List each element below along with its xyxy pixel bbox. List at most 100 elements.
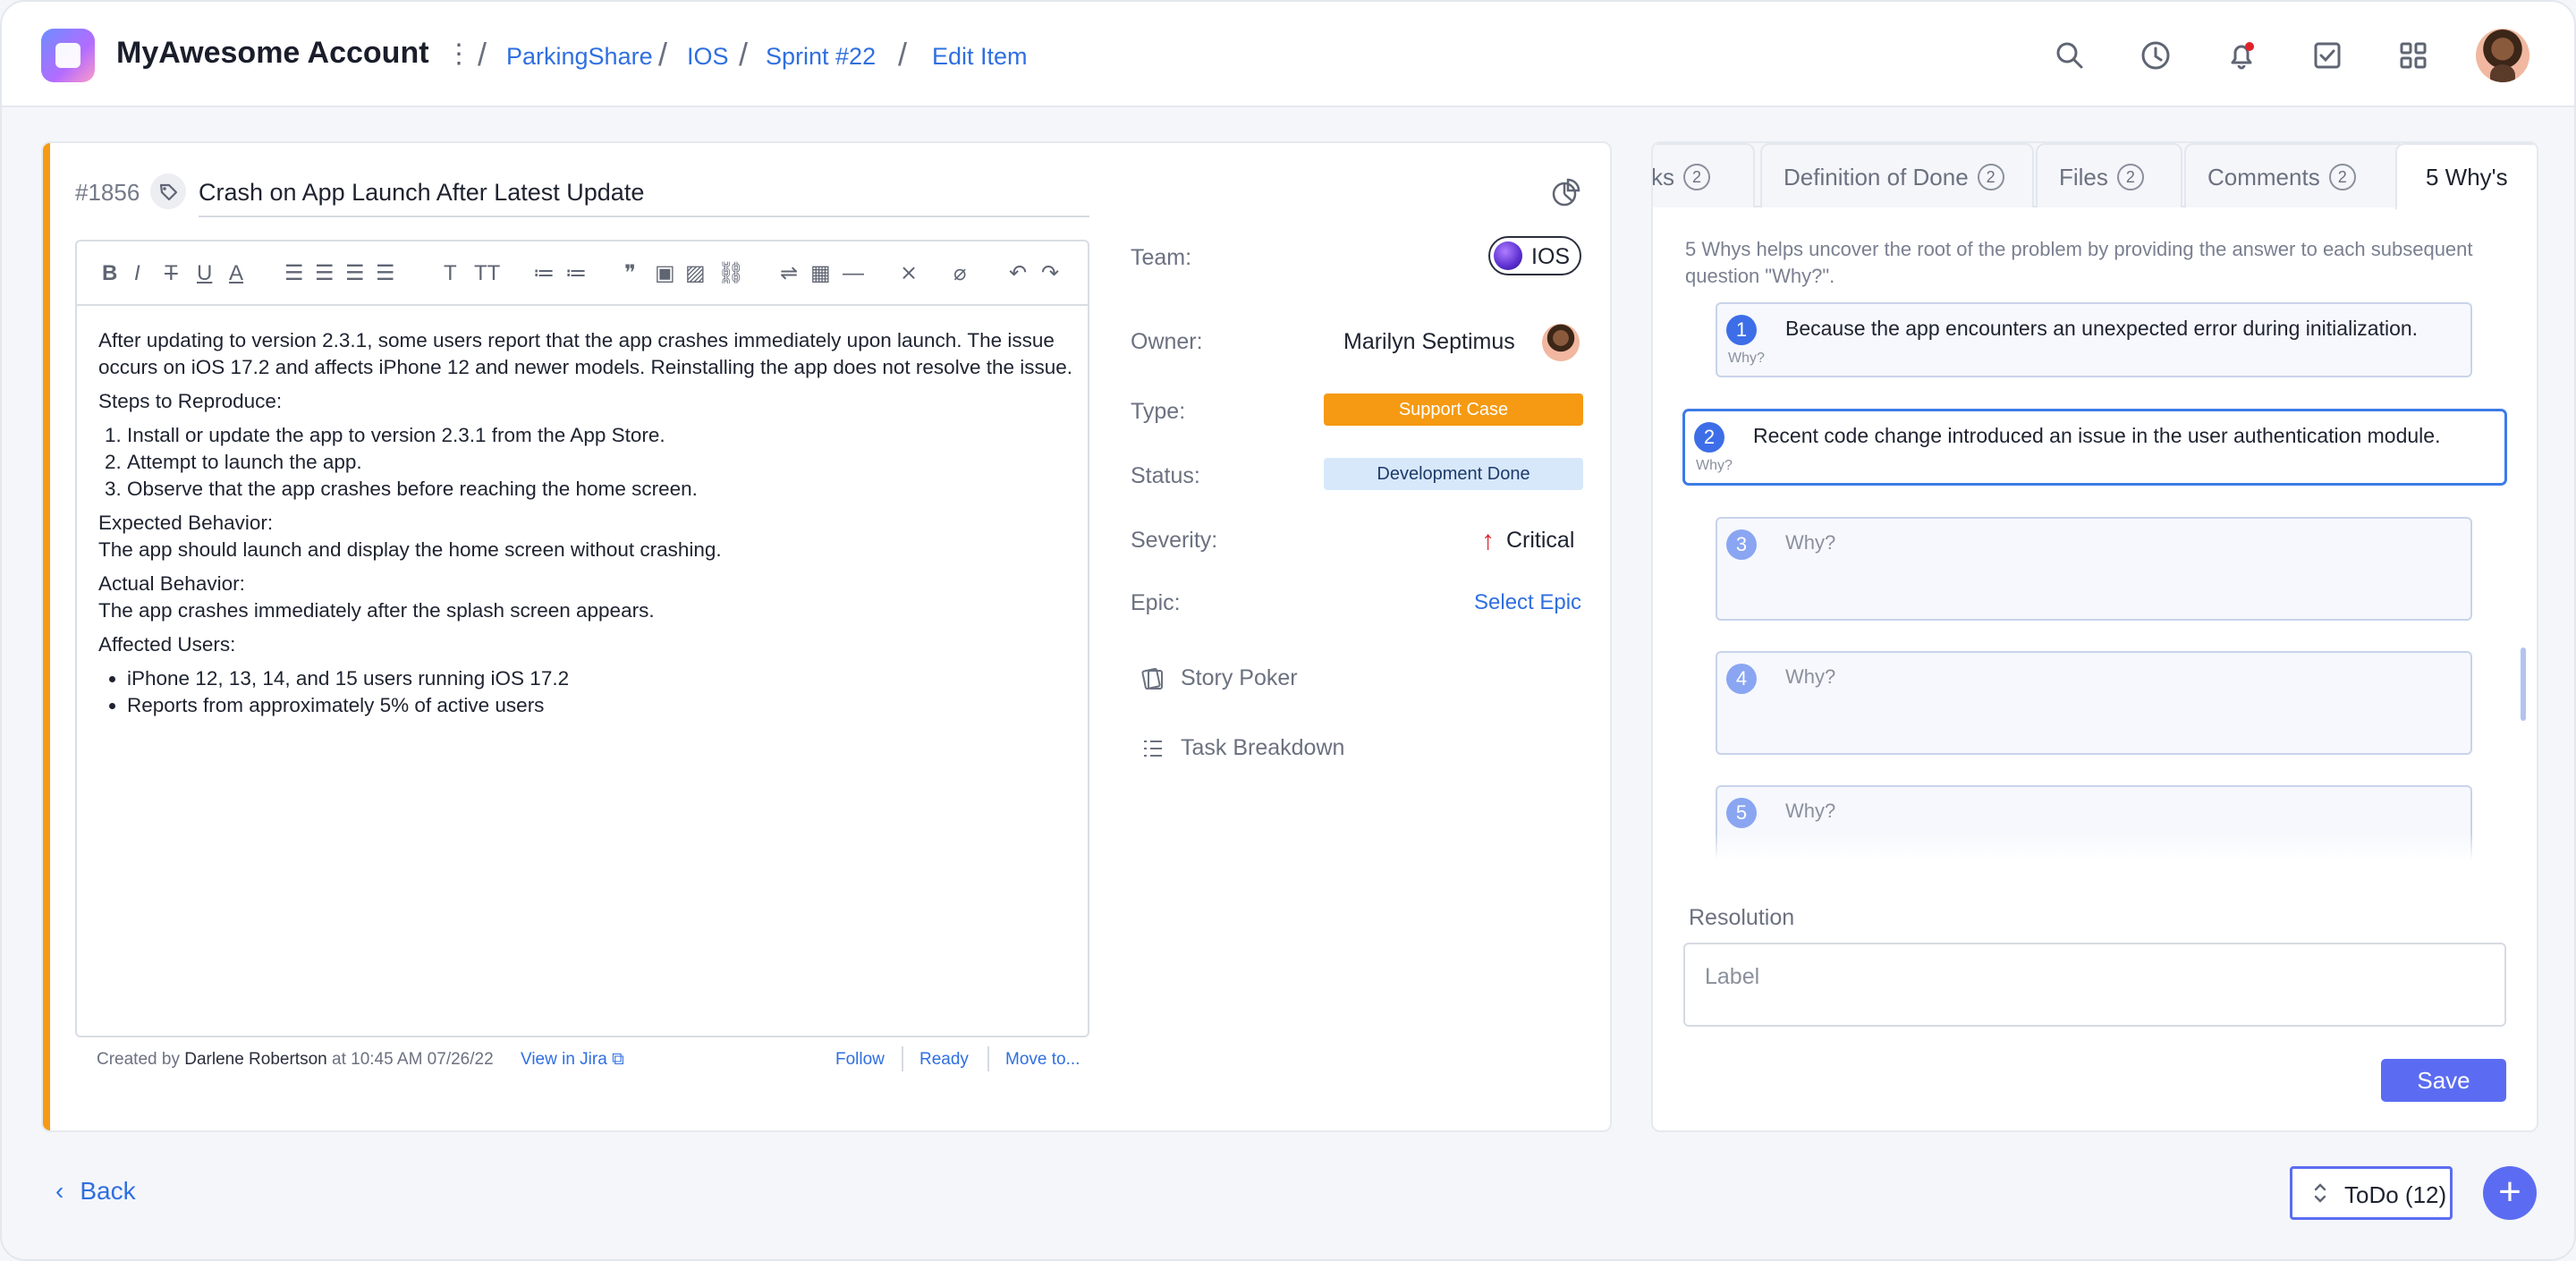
owner-value[interactable]: Marilyn Septimus: [1343, 329, 1515, 355]
item-editor-card: #1856 Crash on App Launch After Latest U…: [41, 141, 1612, 1132]
align-left-icon[interactable]: ☰: [284, 261, 304, 286]
tab-five-whys[interactable]: 5 Why's: [2395, 143, 2537, 209]
team-avatar-icon: [1494, 241, 1522, 270]
external-link-icon: ⧉: [612, 1050, 624, 1069]
app-logo-icon[interactable]: [41, 29, 95, 82]
follow-link[interactable]: Follow: [835, 1050, 885, 1070]
strikethrough-icon[interactable]: T: [165, 261, 178, 286]
bullet-list-icon[interactable]: ≔: [533, 261, 555, 286]
breadcrumb-separator: /: [478, 36, 487, 72]
tab-tasks[interactable]: ks 2: [1651, 143, 1755, 207]
view-in-jira-link[interactable]: View in Jira ⧉: [521, 1050, 624, 1070]
todo-selector[interactable]: ToDo (12): [2290, 1166, 2453, 1220]
status-badge[interactable]: Development Done: [1324, 458, 1583, 490]
quote-icon[interactable]: ❞: [624, 261, 636, 286]
back-button[interactable]: ‹ Back: [55, 1177, 136, 1206]
tag-icon[interactable]: [150, 173, 186, 209]
breadcrumb-sprint[interactable]: Sprint #22: [766, 43, 876, 71]
user-avatar[interactable]: [2476, 29, 2529, 82]
affected-heading: Affected Users:: [98, 633, 236, 656]
text-color-icon[interactable]: A: [229, 261, 243, 286]
move-to-link[interactable]: Move to...: [1005, 1050, 1080, 1070]
table-icon[interactable]: ▦: [810, 261, 831, 286]
expected-heading: Expected Behavior:: [98, 512, 274, 534]
resolution-label: Resolution: [1689, 905, 1795, 930]
breadcrumb-edit-item[interactable]: Edit Item: [932, 43, 1028, 71]
list-item: Observe that the app crashes before reac…: [127, 476, 1073, 503]
epic-label: Epic:: [1131, 590, 1181, 615]
jira-link-label: View in Jira: [521, 1050, 607, 1069]
expected-text: The app should launch and display the ho…: [98, 538, 722, 561]
resolution-input[interactable]: Label: [1683, 943, 2506, 1027]
undo-icon[interactable]: ↶: [1009, 261, 1027, 286]
bold-icon[interactable]: B: [102, 261, 117, 286]
editor-content[interactable]: After updating to version 2.3.1, some us…: [98, 327, 1073, 726]
tab-count: 2: [2328, 164, 2356, 190]
why-item-1[interactable]: 1 Because the app encounters an unexpect…: [1716, 302, 2472, 377]
align-justify-icon[interactable]: ☰: [376, 261, 395, 286]
italic-icon[interactable]: I: [134, 261, 140, 286]
clear-format-icon[interactable]: ⨯: [900, 261, 918, 286]
why-item-4[interactable]: 4 Why?: [1716, 651, 2472, 755]
tab-definition-of-done[interactable]: Definition of Done 2: [1760, 143, 2034, 207]
whys-scrollbar[interactable]: [2521, 647, 2526, 721]
type-badge[interactable]: Support Case: [1324, 394, 1583, 426]
why-placeholder: Why?: [1785, 531, 1836, 554]
item-title-input[interactable]: Crash on App Launch After Latest Update: [199, 179, 1089, 217]
font-size-icon[interactable]: TT: [474, 261, 500, 286]
code-block-icon[interactable]: ▣: [655, 261, 675, 286]
redo-icon[interactable]: ↷: [1041, 261, 1059, 286]
search-icon[interactable]: [2052, 38, 2088, 73]
tab-comments[interactable]: Comments 2: [2184, 143, 2406, 207]
align-center-icon[interactable]: ☰: [315, 261, 335, 286]
apps-grid-icon[interactable]: [2395, 38, 2431, 73]
text-size-icon[interactable]: T: [444, 261, 457, 286]
tab-label: ks: [1651, 164, 1674, 190]
attachment-icon[interactable]: ⌀: [953, 261, 966, 286]
save-button[interactable]: Save: [2381, 1059, 2506, 1102]
tab-count: 2: [1977, 164, 2004, 190]
tab-bar: ks 2 Definition of Done 2 Files 2 Comments 2…: [1651, 143, 2537, 209]
wrap-icon[interactable]: ⇌: [780, 261, 798, 286]
underline-icon[interactable]: U: [197, 261, 212, 286]
cards-icon: [1141, 667, 1163, 690]
horizontal-rule-icon[interactable]: —: [843, 261, 864, 286]
severity-value[interactable]: Critical: [1506, 528, 1574, 554]
tab-files[interactable]: Files 2: [2036, 143, 2182, 207]
image-icon[interactable]: ▨: [685, 261, 706, 286]
pie-chart-icon[interactable]: [1547, 175, 1583, 211]
numbered-list-icon[interactable]: ≔: [565, 261, 587, 286]
bell-icon[interactable]: [2224, 38, 2259, 73]
team-selector[interactable]: IOS: [1488, 236, 1581, 275]
back-label: Back: [80, 1177, 136, 1205]
breadcrumb-parkingshare[interactable]: ParkingShare: [506, 43, 653, 71]
rich-text-editor[interactable]: B I T U A ☰ ☰ ☰ ☰ T TT ≔ ≔ ❞ ▣ ▨ ⛓ ⇌ ▦ —: [75, 240, 1089, 1037]
account-name[interactable]: MyAwesome Account: [116, 36, 429, 71]
account-menu-icon[interactable]: ⋮: [445, 41, 472, 68]
task-breakdown-button[interactable]: Task Breakdown: [1181, 735, 1344, 761]
why-item-2[interactable]: 2 Recent code change introduced an issue…: [1683, 410, 2506, 485]
ready-link[interactable]: Ready: [919, 1050, 969, 1070]
breadcrumb-ios[interactable]: IOS: [687, 43, 729, 71]
footer-divider: [987, 1046, 989, 1071]
top-header: MyAwesome Account ⋮ / ParkingShare / IOS…: [2, 2, 2574, 107]
owner-label: Owner:: [1131, 329, 1203, 354]
owner-avatar[interactable]: [1542, 324, 1580, 361]
select-epic-link[interactable]: Select Epic: [1474, 590, 1581, 615]
list-item: Attempt to launch the app.: [127, 449, 1073, 476]
add-button[interactable]: +: [2483, 1166, 2537, 1220]
author-name: Darlene Robertson: [184, 1050, 327, 1069]
align-right-icon[interactable]: ☰: [345, 261, 365, 286]
created-at: at 10:45 AM 07/26/22: [332, 1050, 494, 1069]
created-by-info: Created by Darlene Robertson at 10:45 AM…: [97, 1050, 494, 1070]
item-number: #1856: [75, 179, 140, 206]
steps-heading: Steps to Reproduce:: [98, 390, 283, 412]
history-icon[interactable]: [2138, 38, 2174, 73]
link-icon[interactable]: ⛓: [717, 261, 744, 286]
why-item-3[interactable]: 3 Why?: [1716, 517, 2472, 621]
team-label: Team:: [1131, 245, 1192, 270]
checkbox-icon[interactable]: [2309, 38, 2345, 73]
story-poker-button[interactable]: Story Poker: [1181, 665, 1298, 691]
tab-label: Definition of Done: [1784, 164, 1969, 190]
breadcrumb-separator: /: [898, 36, 908, 72]
